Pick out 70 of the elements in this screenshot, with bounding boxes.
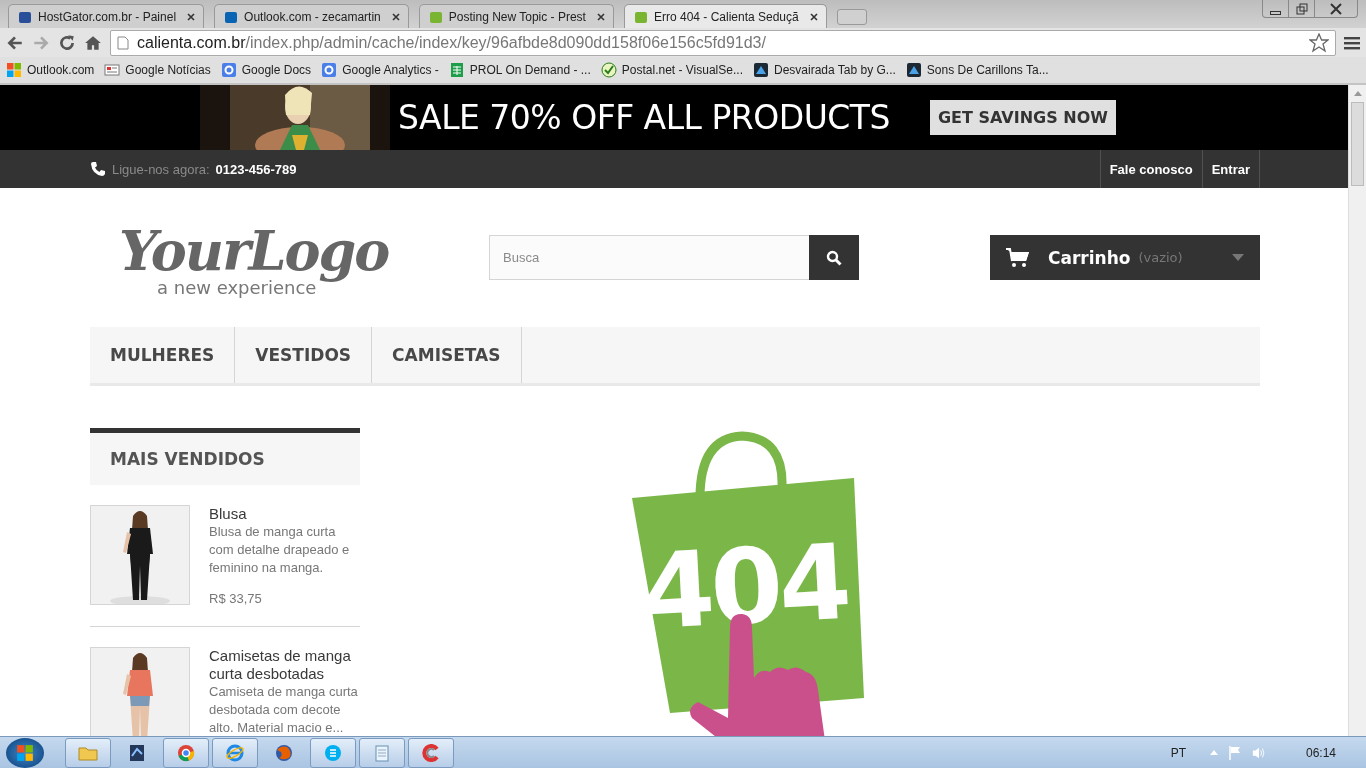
check-icon: [600, 62, 617, 78]
banner-headline: SALE 70% OFF ALL PRODUCTS: [398, 98, 890, 137]
windows-logo-icon: [16, 743, 34, 762]
spreadsheet-icon: [448, 62, 465, 78]
search-button[interactable]: [809, 235, 859, 280]
reload-icon[interactable]: [58, 33, 76, 52]
restore-icon: [1295, 2, 1308, 15]
theme-icon: [905, 62, 922, 78]
error-code: 404: [639, 520, 851, 654]
taskbar-button[interactable]: [163, 737, 209, 768]
menu-icon[interactable]: [1344, 35, 1360, 50]
star-icon[interactable]: [1309, 32, 1329, 53]
start-button[interactable]: [6, 737, 44, 768]
product-name[interactable]: Blusa: [209, 505, 360, 523]
bookmark[interactable]: Sons De Carillons Ta...: [905, 62, 1049, 78]
product-price: R$ 33,75: [209, 591, 263, 606]
cleaner-icon: [422, 743, 440, 762]
scroll-up-icon[interactable]: [1353, 91, 1362, 96]
search-icon: [826, 249, 842, 266]
language-indicator[interactable]: PT: [1170, 745, 1186, 760]
bookmark[interactable]: Google Notícias: [104, 62, 211, 78]
bookmark[interactable]: PROL On Demand - ...: [448, 62, 591, 78]
page-icon: [117, 35, 129, 50]
address-bar[interactable]: calienta.com.br/index.php/admin/cache/index/key/96afbde8d090dd158f06e156c5fd91d3/: [110, 29, 1336, 56]
product-name[interactable]: Camisetas de manga curta desbotadas: [209, 647, 360, 683]
browser-logo-icon: [177, 743, 195, 762]
search-field[interactable]: Busca: [489, 235, 809, 280]
globe-e-icon: [226, 743, 244, 762]
close-icon[interactable]: [187, 12, 196, 21]
browser-tab[interactable]: Outlook.com - zecamartin: [214, 4, 409, 28]
section-heading: MAIS VENDIDOS: [90, 428, 360, 485]
menu-item[interactable]: CAMISETAS: [372, 327, 522, 383]
call-us-text: Ligue-nos agora:: [112, 161, 210, 177]
close-icon[interactable]: [809, 12, 818, 21]
bookmark[interactable]: Google Analytics -: [321, 62, 439, 78]
menu-item[interactable]: VESTIDOS: [235, 327, 373, 383]
menu-item[interactable]: MULHERES: [90, 327, 236, 383]
phone-number: 0123-456-789: [215, 161, 297, 177]
clock[interactable]: 06:14: [1305, 745, 1336, 760]
browser-tab[interactable]: Posting New Topic - Prest: [418, 4, 614, 28]
product-description: Camiseta de manga curta desbotada com decote alto. Material macio e...: [209, 683, 359, 736]
theme-icon: [752, 62, 769, 78]
close-icon[interactable]: [391, 12, 400, 21]
taskbar-button[interactable]: [408, 737, 454, 768]
cart-button[interactable]: Carrinho (vazio): [990, 235, 1260, 280]
caret-icon: [1232, 254, 1244, 261]
cart-icon: [1006, 247, 1030, 268]
bookmark[interactable]: Google Docs: [220, 62, 312, 78]
header-link[interactable]: Fale conosco: [1099, 150, 1202, 188]
phone-icon: [90, 161, 106, 177]
minimize-icon: [1270, 10, 1281, 15]
close-icon[interactable]: [596, 12, 605, 21]
product-description: Blusa de manga curta com detalhe drapeado e feminino na manga.: [209, 523, 351, 577]
header-link[interactable]: Entrar: [1201, 150, 1260, 188]
browser-tab[interactable]: HostGator.com.br - Painel: [8, 4, 205, 28]
windows-logo-icon: [6, 62, 22, 78]
notepad-icon: [374, 743, 390, 762]
newspaper-icon: [104, 62, 121, 78]
fox-globe-icon: [275, 743, 293, 762]
close-icon: [1330, 2, 1342, 15]
scroll-thumb[interactable]: [1351, 102, 1364, 186]
bookmark[interactable]: Desvairada Tab by G...: [752, 62, 896, 78]
bookmark[interactable]: Postal.net - VisualSe...: [600, 62, 743, 78]
folder-icon: [78, 744, 98, 761]
get-savings-button[interactable]: GET SAVINGS NOW: [930, 100, 1116, 135]
scrollbar[interactable]: [1348, 85, 1366, 736]
letter-tile-icon: [321, 62, 338, 78]
bookmark[interactable]: Outlook.com: [6, 62, 95, 78]
browser-tab[interactable]: Erro 404 - Calienta Seduçã: [623, 4, 827, 28]
letter-tile-icon: [220, 62, 237, 78]
